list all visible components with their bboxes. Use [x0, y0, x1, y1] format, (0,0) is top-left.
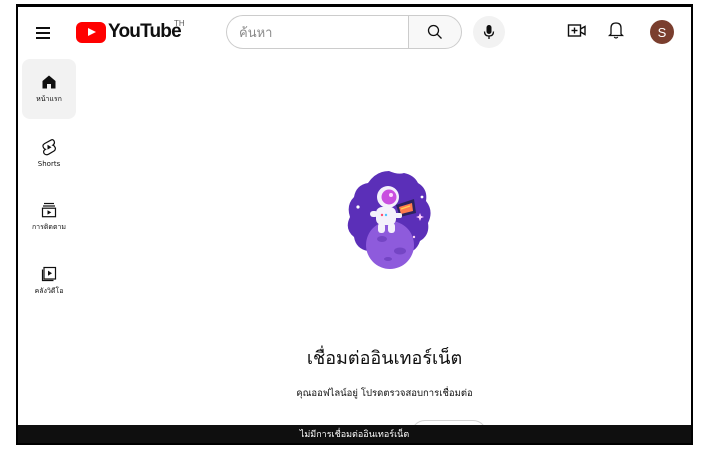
sidebar-item-home[interactable]: หน้าแรก	[22, 59, 76, 119]
create-button[interactable]	[567, 22, 587, 44]
logo-wordmark: YouTube	[108, 21, 182, 42]
subscriptions-icon	[41, 202, 57, 217]
mic-icon	[483, 25, 495, 39]
voice-search-button[interactable]	[473, 16, 505, 48]
search-input[interactable]: ค้นหา	[226, 15, 408, 49]
sidebar-item-subscriptions[interactable]: การติดตาม	[22, 187, 76, 247]
menu-icon[interactable]	[36, 27, 50, 39]
notifications-button[interactable]	[607, 20, 625, 44]
shorts-icon	[42, 139, 56, 156]
youtube-play-icon	[76, 21, 106, 43]
sidebar-item-label: Shorts	[37, 160, 61, 168]
offline-message: คุณออฟไลน์อยู่ โปรดตรวจสอบการเชื่อมต่อ	[296, 388, 473, 399]
bell-icon	[607, 22, 625, 39]
country-code: TH	[174, 19, 185, 28]
browser-viewport: YouTube TH ค้นหา S หน้าแรก Shorts การติด…	[16, 4, 693, 445]
masthead: YouTube TH ค้นหา S	[18, 7, 691, 59]
sidebar-item-label: การติดตาม	[31, 222, 67, 231]
account-avatar[interactable]: S	[650, 20, 674, 44]
search-button[interactable]	[408, 15, 462, 49]
astronaut-planet-illustration	[347, 171, 431, 269]
offline-headline: เชื่อมต่ออินเทอร์เน็ต	[306, 348, 463, 369]
offline-status-bar: ไม่มีการเชื่อมต่ออินเทอร์เน็ต	[18, 425, 691, 443]
search-icon	[427, 24, 442, 39]
home-icon	[42, 75, 56, 88]
offline-content: เชื่อมต่ออินเทอร์เน็ต คุณออฟไลน์อยู่ โปร…	[78, 59, 691, 443]
library-icon	[41, 266, 57, 281]
create-video-icon	[567, 24, 586, 37]
mini-guide: หน้าแรก Shorts การติดตาม คลังวิดีโอ	[22, 59, 76, 315]
sidebar-item-label: คลังวิดีโอ	[34, 286, 64, 295]
youtube-logo[interactable]: YouTube TH	[76, 19, 185, 43]
search-bar: ค้นหา	[226, 15, 462, 49]
sidebar-item-label: หน้าแรก	[36, 94, 62, 103]
sidebar-item-shorts[interactable]: Shorts	[22, 123, 76, 183]
sidebar-item-library[interactable]: คลังวิดีโอ	[22, 251, 76, 311]
